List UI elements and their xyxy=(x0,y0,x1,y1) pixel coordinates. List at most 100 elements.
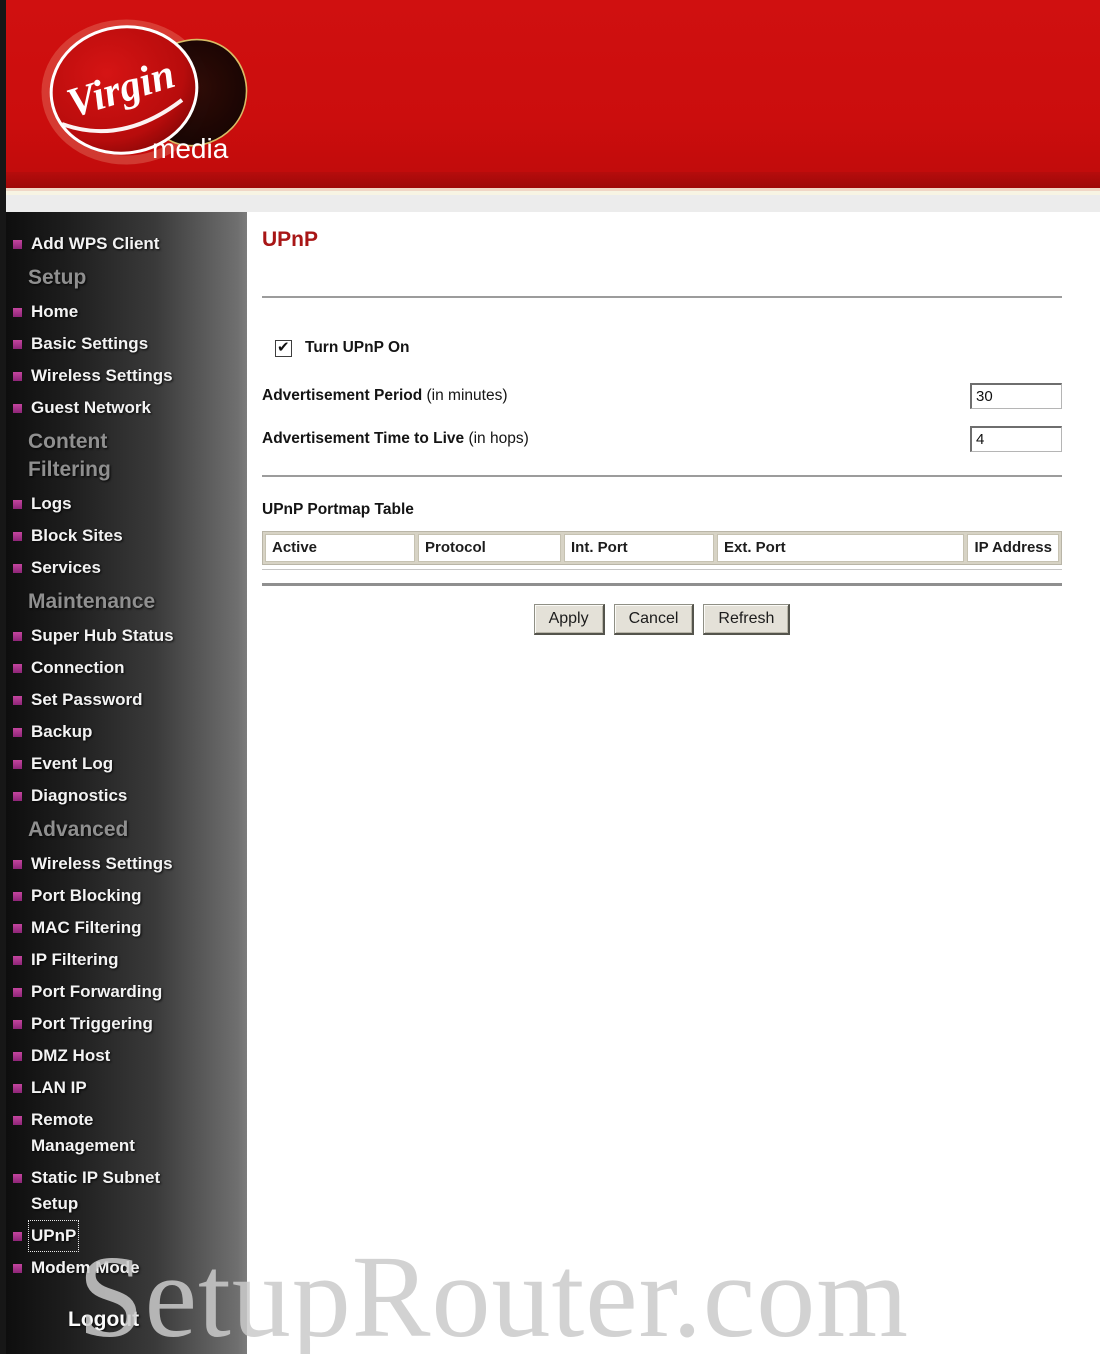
sidebar-item[interactable]: Wireless Settings xyxy=(6,360,247,392)
magenta-bullet-icon xyxy=(13,1084,22,1093)
magenta-bullet-icon xyxy=(13,792,22,801)
advertisement-period-label: Advertisement Period (in minutes) xyxy=(262,387,508,405)
advertisement-period-input[interactable] xyxy=(970,383,1062,409)
sidebar-item-label: Wireless Settings xyxy=(31,366,173,385)
logo-sub-text: media xyxy=(152,133,229,164)
sidebar-item[interactable]: UPnP xyxy=(6,1220,247,1252)
sidebar-item-label: LAN IP xyxy=(31,1078,87,1097)
magenta-bullet-icon xyxy=(13,728,22,737)
router-admin-page: Virgin media Add WPS Client Setup Home B… xyxy=(0,0,1100,1354)
magenta-bullet-icon xyxy=(13,988,22,997)
advertisement-ttl-input[interactable] xyxy=(970,426,1062,452)
divider-middle xyxy=(262,475,1062,477)
sidebar-item-label: Home xyxy=(31,302,79,321)
magenta-bullet-icon xyxy=(13,956,22,965)
sidebar-item[interactable]: Content Filtering xyxy=(6,424,247,488)
advertisement-ttl-label-bold: Advertisement Time to Live xyxy=(262,430,465,447)
sidebar-item[interactable]: Modem Mode xyxy=(6,1252,247,1284)
sidebar-item[interactable]: Port Triggering xyxy=(6,1008,247,1040)
advertisement-period-row: Advertisement Period (in minutes) xyxy=(262,383,1062,409)
turn-upnp-on-checkbox[interactable] xyxy=(275,338,292,357)
sidebar-item[interactable]: LAN IP xyxy=(6,1072,247,1104)
sidebar-item[interactable]: Block Sites xyxy=(6,520,247,552)
sidebar-item[interactable]: Port Blocking xyxy=(6,880,247,912)
sidebar-item-label: Port Blocking xyxy=(31,886,142,905)
virgin-media-logo: Virgin media xyxy=(26,8,261,181)
sidebar-item[interactable]: Basic Settings xyxy=(6,328,247,360)
sidebar-item[interactable]: Logs xyxy=(6,488,247,520)
sidebar-item-label: Services xyxy=(31,558,101,577)
sidebar-item-label: Wireless Settings xyxy=(31,854,173,873)
magenta-bullet-icon xyxy=(13,1264,22,1273)
turn-upnp-on-label: Turn UPnP On xyxy=(305,339,410,356)
action-button[interactable]: Apply xyxy=(533,604,605,635)
magenta-bullet-icon xyxy=(13,500,22,509)
sidebar-item[interactable]: Guest Network xyxy=(6,392,247,424)
sidebar-item-label: Backup xyxy=(31,722,93,741)
advertisement-period-label-note: (in minutes) xyxy=(422,387,508,404)
sidebar-item[interactable]: Port Forwarding xyxy=(6,976,247,1008)
portmap-table-empty-body xyxy=(262,569,1062,586)
sidebar-item-label: UPnP xyxy=(27,1220,80,1252)
sidebar-item-label: Set Password xyxy=(31,690,143,709)
sidebar-item-label: Advanced xyxy=(28,818,129,841)
sidebar-item[interactable]: Diagnostics xyxy=(6,780,247,812)
sidebar-item-label: Content Filtering xyxy=(28,430,111,481)
sidebar-item[interactable]: Backup xyxy=(6,716,247,748)
page-title: UPnP xyxy=(262,228,319,251)
magenta-bullet-icon xyxy=(13,1174,22,1183)
portmap-column-header: Ext. Port xyxy=(717,534,965,562)
sidebar-item[interactable]: Static IP Subnet Setup xyxy=(6,1162,247,1220)
sidebar-item-label: IP Filtering xyxy=(31,950,119,969)
sidebar-item[interactable]: Event Log xyxy=(6,748,247,780)
advertisement-ttl-label: Advertisement Time to Live (in hops) xyxy=(262,430,529,448)
portmap-column-header: IP Address xyxy=(967,534,1059,562)
magenta-bullet-icon xyxy=(13,564,22,573)
magenta-bullet-icon xyxy=(13,308,22,317)
logout-button[interactable]: Logout xyxy=(6,1308,247,1332)
header-gap-strip xyxy=(6,195,1100,212)
sidebar-item-label: Remote Management xyxy=(31,1110,135,1155)
sidebar-item[interactable]: Remote Management xyxy=(6,1104,247,1162)
sidebar-item[interactable]: DMZ Host xyxy=(6,1040,247,1072)
action-button[interactable]: Cancel xyxy=(613,604,695,635)
sidebar-item[interactable]: Maintenance xyxy=(6,584,247,620)
sidebar-item-label: MAC Filtering xyxy=(31,918,142,937)
magenta-bullet-icon xyxy=(13,892,22,901)
sidebar-item[interactable]: Add WPS Client xyxy=(6,228,247,260)
sidebar-item-label: Setup xyxy=(28,266,87,289)
sidebar-item-label: Static IP Subnet Setup xyxy=(31,1168,161,1213)
action-button[interactable]: Refresh xyxy=(703,604,791,635)
sidebar-item[interactable]: Services xyxy=(6,552,247,584)
sidebar-item-label: Port Triggering xyxy=(31,1014,153,1033)
magenta-bullet-icon xyxy=(13,532,22,541)
sidebar-item[interactable]: IP Filtering xyxy=(6,944,247,976)
magenta-bullet-icon xyxy=(13,664,22,673)
sidebar-item-label: Maintenance xyxy=(28,590,156,613)
advertisement-period-label-bold: Advertisement Period xyxy=(262,387,423,404)
sidebar-item-label: Add WPS Client xyxy=(31,234,160,253)
portmap-column-header: Protocol xyxy=(418,534,561,562)
sidebar-item-label: Logs xyxy=(31,494,72,513)
sidebar-item[interactable]: Advanced xyxy=(6,812,247,848)
header-dark-band xyxy=(6,172,1100,188)
sidebar-item-label: Super Hub Status xyxy=(31,626,174,645)
sidebar-item[interactable]: Wireless Settings xyxy=(6,848,247,880)
sidebar-item[interactable]: Setup xyxy=(6,260,247,296)
magenta-bullet-icon xyxy=(13,760,22,769)
portmap-column-header: Active xyxy=(265,534,415,562)
sidebar-item[interactable]: MAC Filtering xyxy=(6,912,247,944)
sidebar-item-label: Port Forwarding xyxy=(31,982,163,1001)
sidebar-item-label: Guest Network xyxy=(31,398,151,417)
sidebar-item-label: Modem Mode xyxy=(31,1258,140,1277)
sidebar-item[interactable]: Super Hub Status xyxy=(6,620,247,652)
sidebar-item[interactable]: Home xyxy=(6,296,247,328)
sidebar-item[interactable]: Connection xyxy=(6,652,247,684)
sidebar-item-label: Block Sites xyxy=(31,526,123,545)
header-banner: Virgin media xyxy=(6,0,1100,172)
sidebar-item-label: Basic Settings xyxy=(31,334,149,353)
sidebar-item[interactable]: Set Password xyxy=(6,684,247,716)
sidebar-items: Add WPS Client Setup Home Basic Settings… xyxy=(6,212,247,1284)
sidebar-item-label: Connection xyxy=(31,658,125,677)
magenta-bullet-icon xyxy=(13,340,22,349)
